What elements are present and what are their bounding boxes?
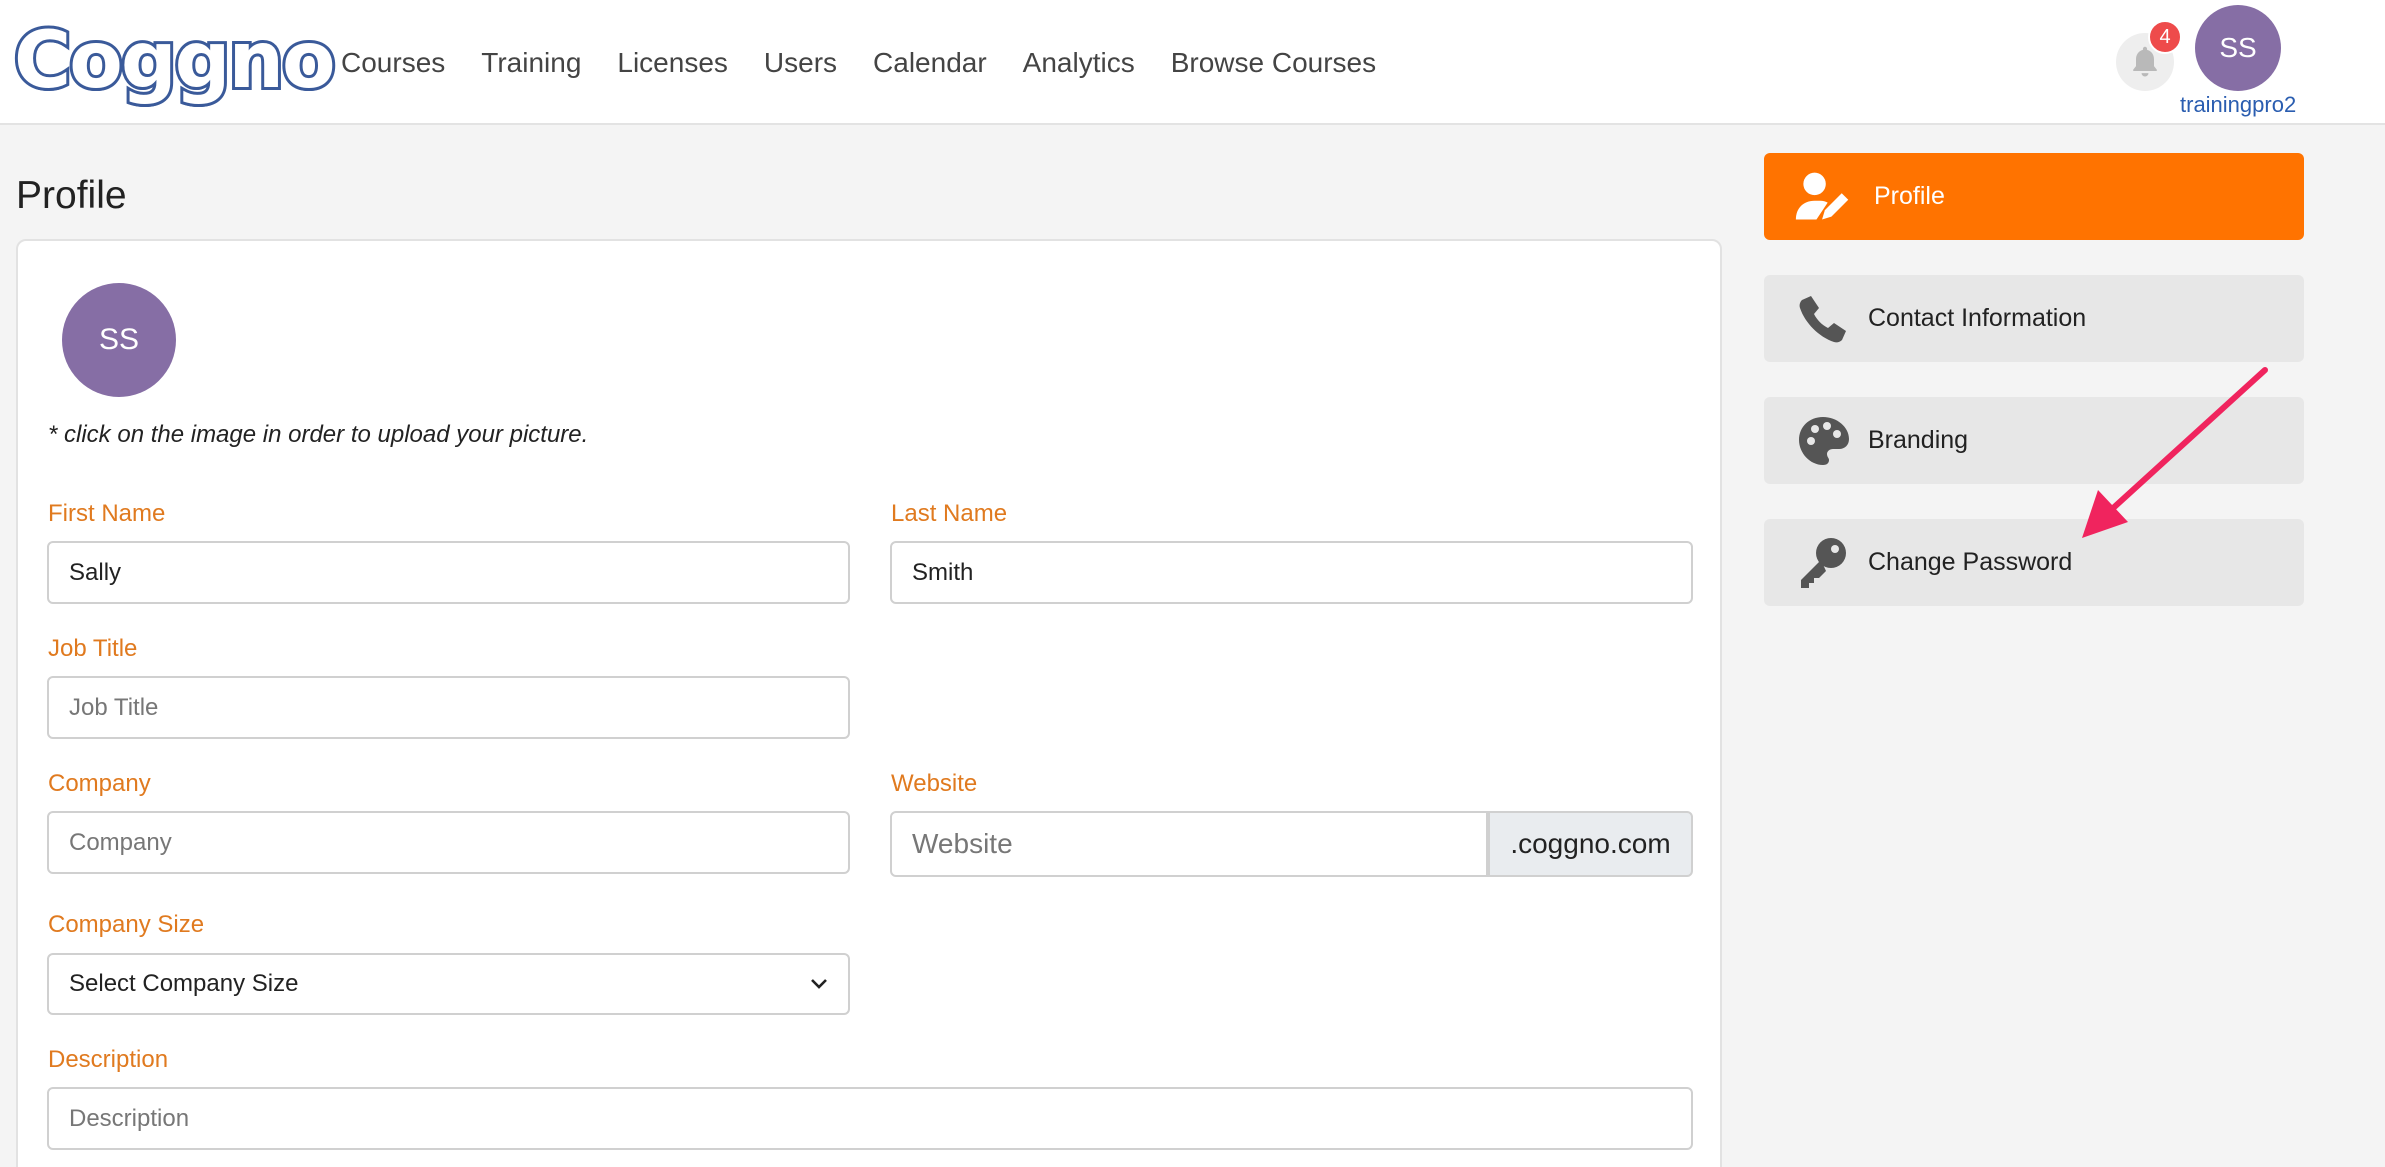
notification-count-badge: 4 <box>2148 20 2182 54</box>
job-title-label: Job Title <box>48 635 138 662</box>
company-label: Company <box>48 770 151 797</box>
first-name-label: First Name <box>48 500 166 527</box>
nav-analytics[interactable]: Analytics <box>1023 40 1135 86</box>
nav-calendar[interactable]: Calendar <box>873 40 987 86</box>
palette-icon <box>1794 412 1852 470</box>
username-link[interactable]: trainingpro2 <box>2180 92 2296 118</box>
last-name-label: Last Name <box>891 500 1008 527</box>
company-size-selected: Select Company Size <box>69 970 299 997</box>
top-navbar: Coggno Courses Training Licenses Users C… <box>0 0 2385 125</box>
description-input[interactable] <box>47 1087 1693 1150</box>
side-menu-contact-information-label: Contact Information <box>1868 304 2087 332</box>
side-menu-profile[interactable]: Profile <box>1764 153 2304 240</box>
upload-hint: * click on the image in order to upload … <box>48 421 589 448</box>
job-title-input[interactable] <box>47 676 850 739</box>
side-menu-profile-label: Profile <box>1874 182 1945 210</box>
company-size-select[interactable]: Select Company Size <box>47 953 850 1015</box>
company-input[interactable] <box>47 811 850 874</box>
phone-icon <box>1794 290 1852 348</box>
chevron-down-icon <box>811 979 827 989</box>
nav-licenses[interactable]: Licenses <box>617 40 728 86</box>
nav-browse-courses[interactable]: Browse Courses <box>1171 40 1376 86</box>
coggno-logo[interactable]: Coggno <box>11 13 339 109</box>
main-nav: Courses Training Licenses Users Calendar… <box>341 40 1412 86</box>
side-menu-change-password-label: Change Password <box>1868 548 2073 576</box>
company-size-label: Company Size <box>48 911 205 938</box>
nav-training[interactable]: Training <box>481 40 581 86</box>
nav-users[interactable]: Users <box>764 40 837 86</box>
website-label: Website <box>891 770 978 797</box>
nav-courses[interactable]: Courses <box>341 40 445 86</box>
first-name-input[interactable] <box>47 541 850 604</box>
website-domain-suffix: .coggno.com <box>1488 811 1693 877</box>
description-label: Description <box>48 1046 169 1073</box>
profile-avatar-upload[interactable]: SS <box>62 283 176 397</box>
page-title: Profile <box>16 174 127 217</box>
user-edit-icon <box>1794 168 1852 226</box>
user-avatar[interactable]: SS <box>2195 5 2281 91</box>
side-menu-contact-information[interactable]: Contact Information <box>1764 275 2304 362</box>
annotation-arrow-icon <box>2082 367 2268 538</box>
key-icon <box>1794 534 1852 592</box>
website-input[interactable] <box>890 811 1488 877</box>
last-name-input[interactable] <box>890 541 1693 604</box>
profile-card: SS * click on the image in order to uplo… <box>16 239 1722 1167</box>
side-menu-branding-label: Branding <box>1868 426 1969 454</box>
